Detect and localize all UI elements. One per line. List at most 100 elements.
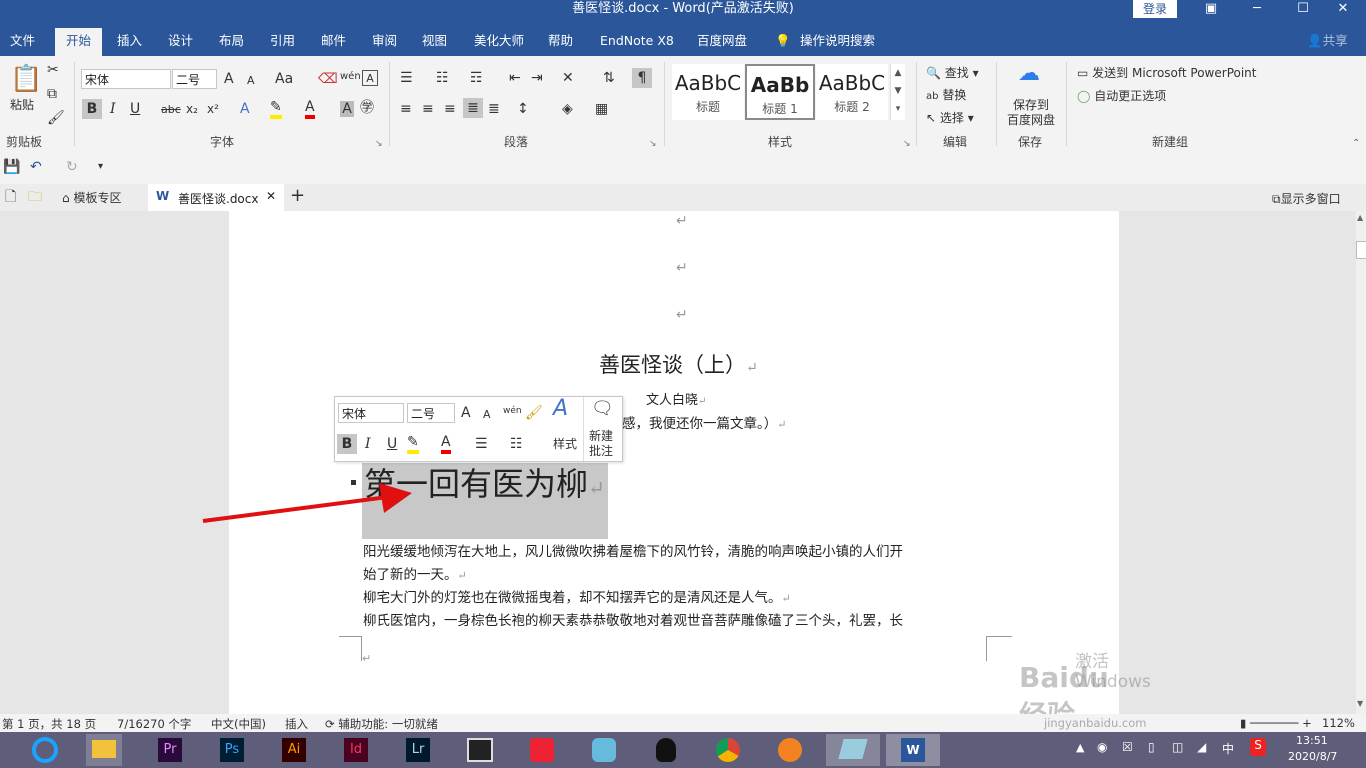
body-paragraphs[interactable]: 阳光缓缓地倾泻在大地上，风儿微微吹拂着屋檐下的风竹铃，清脆的响声唤起小镇的人们开… [363,541,903,633]
justify-icon[interactable]: ≣ [463,98,483,118]
cut-icon[interactable]: ✂ [47,62,59,78]
battery-icon[interactable]: ▯ [1148,740,1155,754]
app-icon[interactable] [586,734,622,766]
style-heading-1[interactable]: AaBb 标题 1 [745,64,815,120]
tab-file[interactable]: 文件 [10,28,35,56]
char-shading-icon[interactable]: A [340,101,354,117]
tab-mailings[interactable]: 邮件 [321,28,346,56]
underline-button[interactable]: U [130,101,140,117]
video-editor-icon[interactable] [462,734,498,766]
scroll-down-icon[interactable]: ▼ [1357,699,1363,708]
font-size-select[interactable]: 二号 [172,69,217,89]
input-language[interactable]: 中 [1222,740,1234,757]
app-icon[interactable] [772,734,808,766]
style-title[interactable]: AaBbC 标题 [672,64,744,120]
paste-button[interactable]: 粘贴 [10,96,34,113]
tab-baidu[interactable]: 百度网盘 [697,28,747,56]
app-icon[interactable] [826,734,880,766]
tray-network-icon[interactable]: ☒ [1122,740,1133,754]
browser-icon[interactable] [28,734,64,766]
add-tab-button[interactable]: + [290,187,305,205]
mini-styles-icon[interactable]: A [553,398,568,420]
enclose-char-icon[interactable]: ㊫ [360,100,374,116]
clock-date[interactable]: 2020/8/7 [1288,750,1337,763]
tab-endnote[interactable]: EndNote X8 [600,28,674,56]
tab-beautify[interactable]: 美化大师 [474,28,524,56]
mini-font-name-select[interactable]: 宋体 [338,403,404,423]
autocorrect-options-button[interactable]: ◯ 自动更正选项 [1077,87,1166,104]
templates-tab[interactable]: ⌂ 模板专区 [62,189,121,206]
close-button[interactable]: ✕ [1320,0,1366,18]
tray-chevron-icon[interactable]: ▲ [1076,741,1084,754]
save-icon[interactable]: 💾 [3,159,20,175]
scroll-thumb[interactable] [1356,241,1366,259]
zoom-level[interactable]: 112% [1322,716,1355,730]
ribbon-display-icon[interactable]: ▣ [1188,0,1234,18]
mini-shrink-font-icon[interactable]: A [483,407,491,423]
show-marks-icon[interactable]: ¶ [632,68,652,88]
tab-insert[interactable]: 插入 [117,28,142,56]
chrome-icon[interactable] [710,734,746,766]
ime-icon[interactable]: S [1250,738,1266,756]
chinese-layout-icon[interactable]: ✕ [562,70,574,86]
mini-numbering-icon[interactable]: ☷ [510,436,523,452]
zoom-slider[interactable]: ▮ ─────── + [1240,716,1312,730]
align-right-icon[interactable]: ≡ [444,101,456,117]
word-taskbar-icon[interactable]: W [886,734,940,766]
language-status[interactable]: 中文(中国) [211,716,266,732]
decrease-indent-icon[interactable]: ⇤ [509,70,521,86]
tab-layout[interactable]: 布局 [219,28,244,56]
tab-view[interactable]: 视图 [422,28,447,56]
share-button[interactable]: 👤共享 [1307,28,1348,56]
close-tab-icon[interactable]: ✕ [266,189,276,203]
current-document-tab[interactable]: W 善医怪谈.docx ✕ [148,184,284,211]
file-explorer-icon[interactable] [86,734,122,766]
tray-qq-icon[interactable]: ◉ [1097,740,1107,754]
phonetic-guide-icon[interactable]: wén [340,69,361,85]
scroll-up-icon[interactable]: ▲ [1357,213,1363,222]
mini-underline-button[interactable]: U [387,436,397,452]
increase-indent-icon[interactable]: ⇥ [531,70,543,86]
clear-format-icon[interactable]: ⌫ [318,71,338,87]
select-button[interactable]: ↖ 选择 ▾ [926,109,974,126]
mini-font-color-icon[interactable]: A [441,434,451,454]
tab-review[interactable]: 审阅 [372,28,397,56]
redo-icon[interactable]: ↻ [66,159,78,175]
paste-icon[interactable]: 📋 [10,64,42,94]
sort-icon[interactable]: ⇅ [603,70,615,86]
mini-grow-font-icon[interactable]: A [461,405,471,421]
bold-button[interactable]: B [82,99,102,119]
new-document-icon[interactable]: 🗋 [5,189,16,205]
superscript-button[interactable]: x² [207,101,219,117]
distributed-icon[interactable]: ≣ [488,101,500,117]
grow-font-icon[interactable]: A [224,71,234,87]
premiere-icon[interactable]: Pr [152,734,188,766]
numbering-icon[interactable]: ☷ [436,70,449,86]
align-left-icon[interactable]: ≡ [400,101,412,117]
change-case-icon[interactable]: Aa [275,71,293,87]
open-folder-icon[interactable]: 🗀 [28,189,42,205]
show-multi-window-button[interactable]: ⧉显示多窗口 [1272,190,1341,207]
wifi-icon[interactable]: ◢ [1197,740,1206,754]
tray-icon[interactable]: ◫ [1172,740,1183,754]
vertical-scrollbar[interactable]: ▲ ▼ [1356,211,1366,714]
tab-help[interactable]: 帮助 [548,28,573,56]
tab-home[interactable]: 开始 [55,28,102,56]
highlight-icon[interactable]: ✎ [270,99,282,119]
illustrator-icon[interactable]: Ai [276,734,312,766]
tab-references[interactable]: 引用 [270,28,295,56]
mini-phonetic-icon[interactable]: wén [503,403,522,419]
strikethrough-button[interactable]: abc [161,102,181,118]
tell-me-search[interactable]: 操作说明搜索 [800,28,875,56]
word-count[interactable]: 7/16270 个字 [117,716,191,732]
shading-icon[interactable]: ◈ [562,101,573,117]
bullets-icon[interactable]: ☰ [400,70,413,86]
font-color-icon[interactable]: A [305,99,315,119]
char-border-icon[interactable]: A [362,70,378,86]
line-spacing-icon[interactable]: ↕ [517,101,529,117]
styles-scroll[interactable]: ▲ ▼ ▾ [890,64,905,120]
send-to-ppt-button[interactable]: ▭ 发送到 Microsoft PowerPoint [1077,64,1257,81]
font-name-select[interactable]: 宋体 [81,69,171,89]
qq-icon[interactable] [648,734,684,766]
shrink-font-icon[interactable]: A [247,73,255,89]
